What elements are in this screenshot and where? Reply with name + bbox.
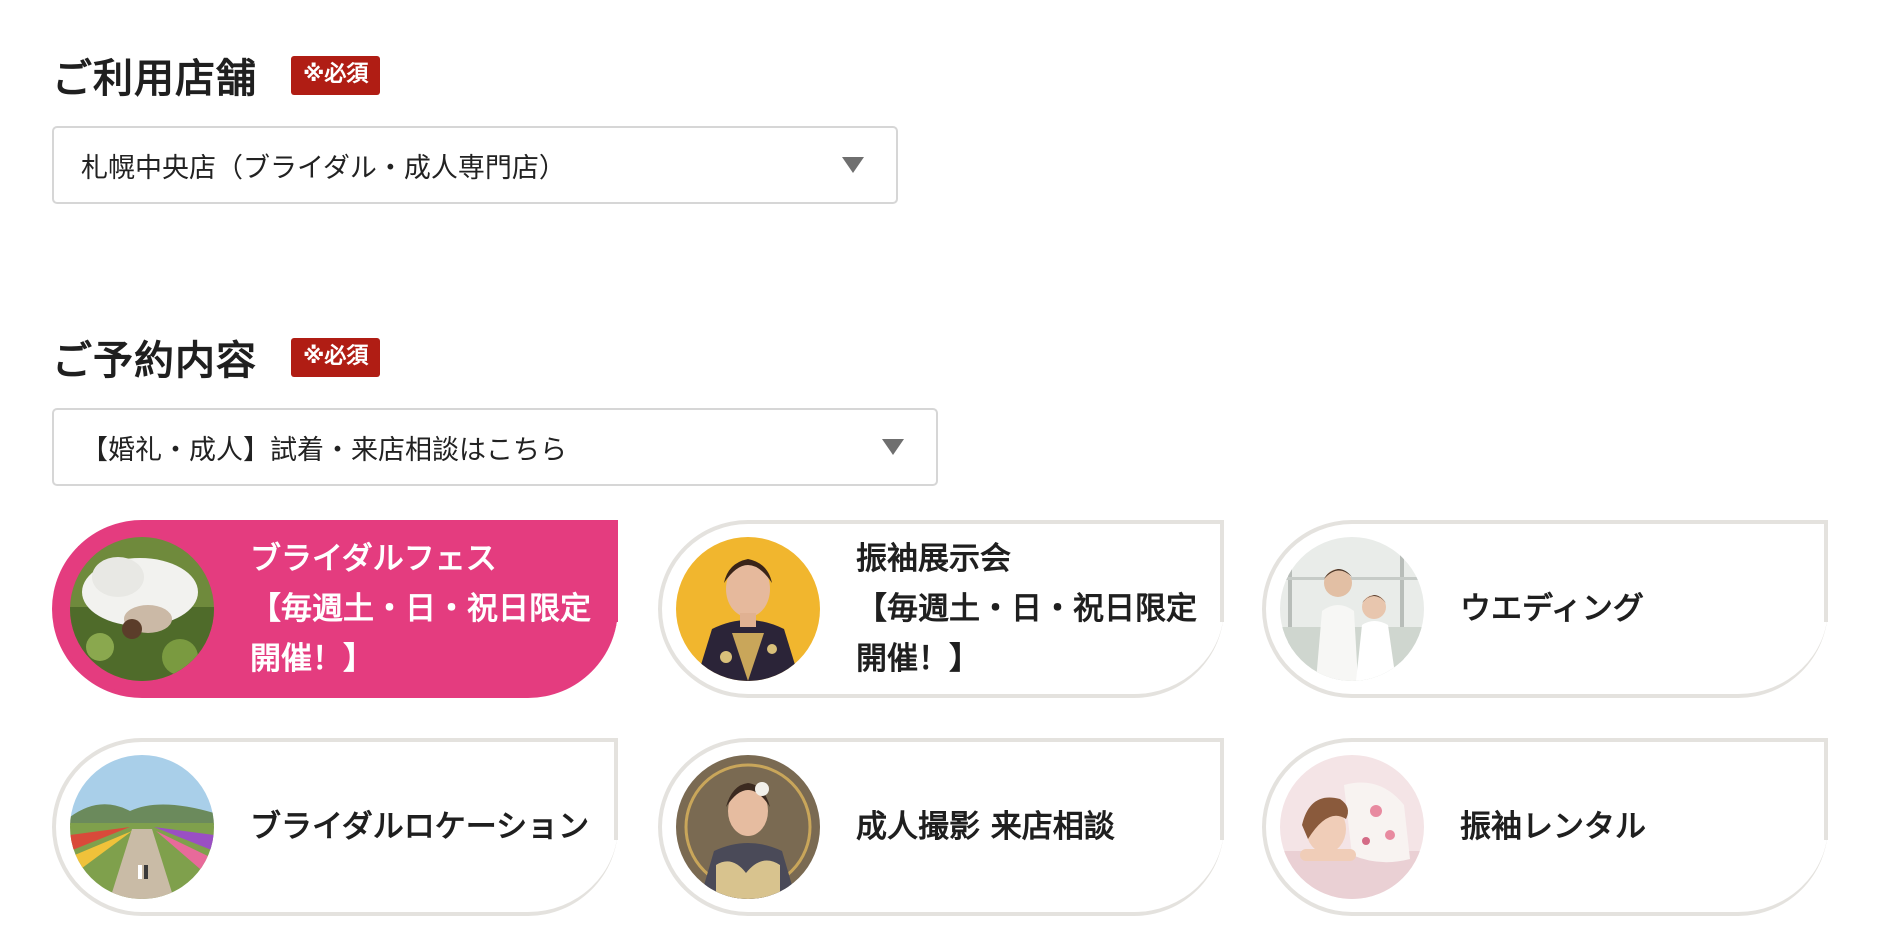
option-card-bridal-location[interactable]: ブライダルロケーション	[52, 738, 618, 916]
option-card-label: ブライダルロケーション	[250, 809, 590, 845]
chevron-down-icon	[842, 157, 864, 173]
store-section-header: ご利用店舗 ※必須	[52, 46, 381, 104]
seijin-kimono-portrait-photo	[676, 755, 820, 899]
option-card-seijin-consultation[interactable]: 成人撮影 来店相談	[658, 738, 1224, 916]
option-card-label: ウエディング	[1460, 591, 1644, 627]
store-required-badge: ※必須	[291, 55, 381, 95]
option-card-furisode-exhibition[interactable]: 振袖展示会 【毎週土・日・祝日限定 開催！】	[658, 520, 1224, 698]
option-card-furisode-rental[interactable]: 振袖レンタル	[1262, 738, 1828, 916]
flower-field-location-photo	[70, 755, 214, 899]
store-section-title: ご利用店舗	[52, 56, 257, 102]
store-select-value: 札幌中央店（ブライダル・成人専門店）	[81, 152, 566, 184]
wedding-couple-photo	[1280, 537, 1424, 681]
reservation-required-badge: ※必須	[291, 337, 381, 377]
furisode-woman-yellow-photo	[676, 537, 820, 681]
bride-on-grass-photo	[70, 537, 214, 681]
furisode-rental-photo	[1280, 755, 1424, 899]
reservation-select[interactable]: 【婚礼・成人】試着・来店相談はこちら	[52, 408, 938, 486]
reservation-section-header: ご予約内容 ※必須	[52, 328, 381, 386]
option-card-label: 成人撮影 来店相談	[856, 809, 1115, 845]
reservation-section-title: ご予約内容	[52, 338, 257, 384]
chevron-down-icon	[882, 439, 904, 455]
store-select[interactable]: 札幌中央店（ブライダル・成人専門店）	[52, 126, 898, 204]
option-card-label: ブライダルフェス 【毎週土・日・祝日限定 開催！】	[250, 541, 591, 677]
option-card-bridal-fes[interactable]: ブライダルフェス 【毎週土・日・祝日限定 開催！】	[52, 520, 618, 698]
option-card-label: 振袖レンタル	[1460, 809, 1646, 845]
reservation-select-value: 【婚礼・成人】試着・来店相談はこちら	[81, 434, 567, 466]
option-card-label: 振袖展示会 【毎週土・日・祝日限定 開催！】	[856, 541, 1197, 677]
option-card-wedding[interactable]: ウエディング	[1262, 520, 1828, 698]
